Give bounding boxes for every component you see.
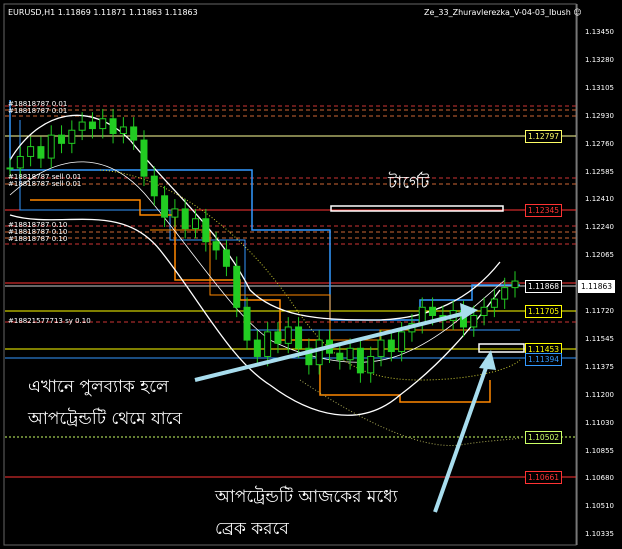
candle-body	[480, 306, 488, 316]
price-tick-label: 1.11720	[585, 307, 614, 315]
candle-body	[47, 134, 55, 159]
candle-body	[284, 326, 292, 344]
price-tick-label: 1.11375	[585, 362, 614, 371]
price-tick-label: 1.12585	[585, 167, 614, 176]
candle-body	[161, 195, 169, 218]
price-tag: 1.12797	[525, 130, 563, 143]
candle-body	[140, 139, 148, 177]
candle-body	[109, 118, 117, 135]
price-tick-label: 1.12930	[585, 111, 614, 120]
candle-body	[222, 249, 230, 267]
candle-body	[88, 121, 96, 130]
trading-chart-window[interactable]: EURUSD,H1 1.11869 1.11871 1.11863 1.1186…	[0, 0, 622, 549]
candle-body	[274, 331, 282, 344]
order-label: #18818787 sell 0.01	[8, 180, 82, 188]
price-tick-label: 1.10335	[585, 530, 614, 539]
symbol-info: EURUSD,H1 1.11869 1.11871 1.11863 1.1186…	[8, 8, 198, 17]
price-tag: 1.11394	[525, 353, 563, 366]
candle-body	[490, 298, 498, 308]
candle-body	[212, 241, 220, 251]
pullback-text-2: আপট্রেন্ডটি থেমে যাবে	[28, 409, 182, 429]
candle-body	[181, 208, 189, 230]
price-tag: 1.12345	[525, 204, 563, 217]
candle-body	[377, 339, 385, 357]
candle-body	[202, 218, 210, 243]
candle-body	[501, 287, 509, 300]
candle-body	[37, 146, 45, 159]
candle-body	[119, 126, 127, 135]
candlestick-series	[6, 108, 519, 383]
break-text-2: ব্রেক করবে	[215, 519, 289, 539]
price-tag: 1.10661	[525, 471, 563, 484]
candle-body	[192, 218, 200, 230]
price-tick-label: 1.10855	[585, 446, 614, 455]
price-tag: 1.11868	[525, 280, 563, 293]
price-tick-label: 1.11545	[585, 334, 614, 343]
candle-body	[58, 134, 66, 144]
candle-body	[264, 331, 272, 357]
candle-body	[367, 355, 375, 374]
candle-body	[78, 121, 86, 131]
order-label: #18821577713 sy 0.10	[8, 317, 91, 325]
price-tick-label: 1.13280	[585, 55, 614, 64]
price-tick-label: 1.10680	[585, 474, 614, 483]
price-tick-label: 1.12065	[585, 251, 614, 260]
candle-body	[418, 306, 426, 325]
order-label: #18818787 0.10	[8, 235, 68, 243]
break-text-1: আপট্রেন্ডটি আজকের মধ্যে	[215, 487, 398, 507]
target-marker	[330, 205, 504, 212]
blue-channel-lower	[19, 120, 520, 331]
candle-body	[511, 280, 519, 289]
price-tick-label: 1.13450	[585, 28, 614, 36]
candle-body	[315, 339, 323, 366]
target-label: টার্গেট	[388, 173, 430, 193]
long-ma-dotted	[299, 379, 521, 447]
candle-body	[150, 175, 158, 197]
candle-body	[336, 352, 344, 361]
candle-body	[356, 347, 364, 374]
break-marker	[478, 343, 525, 353]
candle-body	[16, 155, 24, 169]
candle-body	[68, 129, 76, 144]
pullback-text-1: এখানে পুলব্যাক হলে	[28, 377, 169, 397]
candle-body	[429, 306, 437, 316]
candle-body	[171, 208, 179, 218]
price-tick-label: 1.13105	[585, 83, 614, 92]
upper-band	[9, 114, 501, 321]
candle-body	[470, 314, 478, 328]
arrow-break-head	[479, 350, 496, 370]
indicator-label: Ze_33_Zhuravlerezka_V-04-03_Ibush	[424, 8, 571, 17]
candle-body	[130, 126, 138, 141]
price-axis[interactable]: 1.13450 1.13280 1.13105 1.12930 1.12760 1.125…	[576, 0, 622, 549]
price-chart[interactable]	[0, 0, 622, 549]
price-tick-label: 1.12760	[585, 139, 614, 148]
indicator-name: Ze_33_Zhuravlerezka_V-04-03_Ibush ☺	[424, 8, 582, 17]
price-tick-label: 1.12410	[585, 195, 614, 204]
candle-body	[253, 339, 261, 357]
price-tick-label: 1.11200	[585, 390, 614, 399]
price-tick-label: 1.11030	[585, 418, 614, 427]
candle-body	[346, 347, 354, 361]
price-tag: 1.10502	[525, 431, 563, 444]
price-tick-label: 1.12240	[585, 223, 614, 232]
price-tick-label: 1.10510	[585, 502, 614, 511]
price-tag: 1.11863	[578, 280, 616, 293]
candle-body	[398, 331, 406, 353]
price-tag: 1.11705	[525, 305, 563, 318]
candle-body	[295, 326, 303, 349]
candle-body	[233, 265, 241, 308]
candle-body	[6, 167, 14, 170]
order-label: #18818787 0.01	[8, 107, 68, 115]
chart-frame	[3, 3, 577, 546]
candle-body	[99, 118, 107, 130]
candle-body	[387, 339, 395, 353]
candle-body	[243, 306, 251, 341]
candle-body	[27, 146, 35, 157]
